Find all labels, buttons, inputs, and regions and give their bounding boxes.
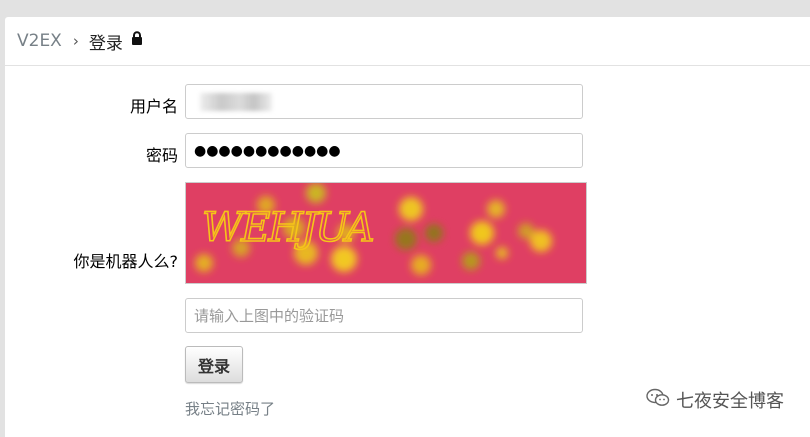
watermark-text: 七夜安全博客 [676,391,784,412]
watermark: 七夜安全博客 [646,387,784,413]
password-label: 密码 [145,146,178,165]
password-input[interactable]: ●●●●●●●●●●●● [185,133,583,168]
breadcrumb: V2EX › 登录 [5,17,810,66]
wechat-icon [646,388,670,413]
breadcrumb-current: 登录 [88,33,123,54]
breadcrumb-home-link[interactable]: V2EX [17,31,62,51]
username-value-blurred [200,92,272,111]
captcha-label: 你是机器人么? [73,252,179,271]
password-mask: ●●●●●●●●●●●● [194,142,341,159]
forgot-password-link[interactable]: 我忘记密码了 [185,398,275,419]
captcha-input-placeholder: 请输入上图中的验证码 [194,307,345,325]
breadcrumb-separator: › [72,32,79,50]
username-input[interactable] [185,84,583,119]
lock-icon [131,31,143,51]
login-button[interactable]: 登录 [185,346,243,383]
captcha-image[interactable]: WEHJUA [185,182,587,284]
captcha-text: WEHJUA [202,205,373,251]
captcha-input[interactable]: 请输入上图中的验证码 [185,298,583,333]
username-label: 用户名 [129,97,178,116]
login-box: V2EX › 登录 用户名 密码 ●●●●●●●●●●●● 你是机器人么? WE… [5,17,810,437]
